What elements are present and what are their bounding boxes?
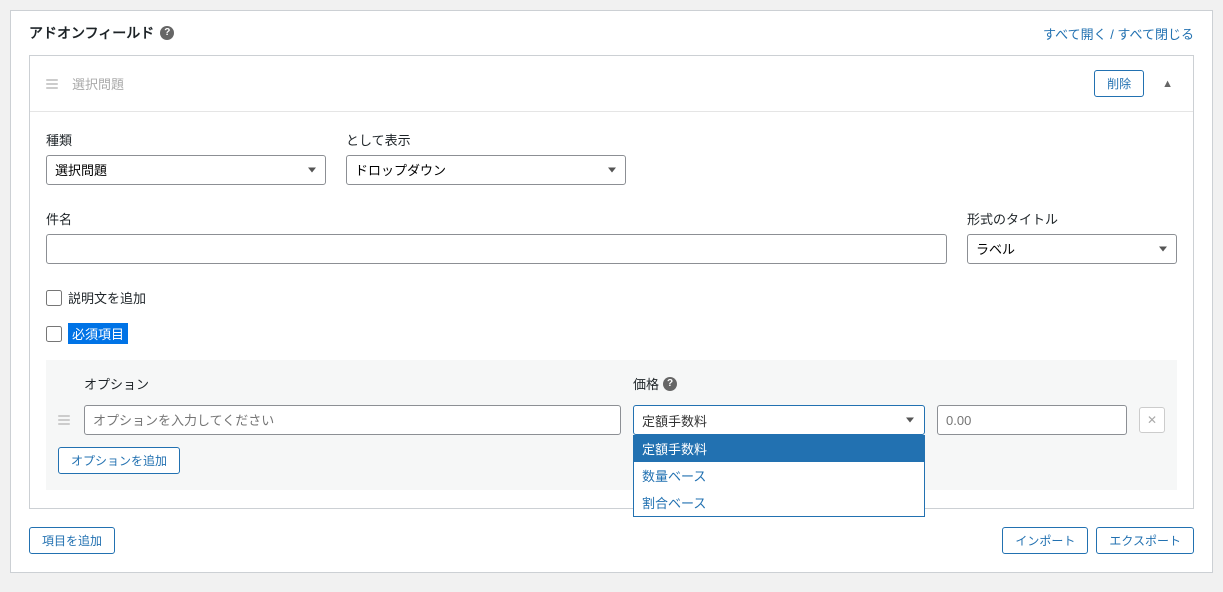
dropdown-item-qty-based[interactable]: 数量ベース <box>634 462 924 489</box>
dropdown-item-pct-based[interactable]: 割合ベース <box>634 489 924 516</box>
display-as-group: として表示 ドロップダウン <box>346 130 626 185</box>
add-description-row: 説明文を追加 <box>46 288 1177 307</box>
display-as-label: として表示 <box>346 130 626 149</box>
required-row: 必須項目 <box>46 323 1177 344</box>
option-name-input[interactable] <box>84 405 621 435</box>
panel-title: アドオンフィールド ? <box>29 23 174 43</box>
add-option-button[interactable]: オプションを追加 <box>58 447 180 474</box>
field-body: 種類 選択問題 として表示 ドロップダウン <box>30 112 1193 508</box>
display-as-select[interactable]: ドロップダウン <box>346 155 626 185</box>
panel-actions: すべて開く / すべて閉じる <box>1043 24 1194 43</box>
help-icon[interactable]: ? <box>663 377 677 391</box>
options-box: オプション 価格 ? 定額手数料 <box>46 360 1177 490</box>
type-group: 種類 選択問題 <box>46 130 326 185</box>
title-format-group: 形式のタイトル ラベル <box>967 209 1177 264</box>
option-row: 定額手数料 定額手数料 数量ベース 割合ベース ✕ <box>58 405 1165 435</box>
price-type-dropdown: 定額手数料 数量ベース 割合ベース <box>633 435 925 517</box>
price-type-select[interactable]: 定額手数料 定額手数料 数量ベース 割合ベース <box>633 405 925 435</box>
add-description-checkbox[interactable] <box>46 290 62 306</box>
type-label: 種類 <box>46 130 326 149</box>
field-header-title: 選択問題 <box>72 74 1080 93</box>
subject-group: 件名 <box>46 209 947 264</box>
help-icon[interactable]: ? <box>160 26 174 40</box>
footer-row: 項目を追加 インポート エクスポート <box>11 527 1212 572</box>
dropdown-item-flat-fee[interactable]: 定額手数料 <box>634 435 924 462</box>
panel-header: アドオンフィールド ? すべて開く / すべて閉じる <box>11 11 1212 55</box>
price-type-selected-value[interactable]: 定額手数料 <box>633 405 925 435</box>
panel-title-text: アドオンフィールド <box>29 23 154 43</box>
subject-label: 件名 <box>46 209 947 228</box>
options-header: オプション 価格 ? <box>58 374 1165 393</box>
required-label: 必須項目 <box>68 323 128 344</box>
subject-input[interactable] <box>46 234 947 264</box>
title-format-label: 形式のタイトル <box>967 209 1177 228</box>
option-price-input[interactable] <box>937 405 1127 435</box>
drag-handle-icon[interactable] <box>58 415 72 425</box>
option-column-label: オプション <box>84 374 621 393</box>
addon-fields-panel: アドオンフィールド ? すべて開く / すべて閉じる 選択問題 削除 ▲ 種類 … <box>10 10 1213 573</box>
separator: / <box>1107 27 1118 42</box>
delete-button[interactable]: 削除 <box>1094 70 1144 97</box>
field-box: 選択問題 削除 ▲ 種類 選択問題 として表示 <box>29 55 1194 509</box>
add-item-button[interactable]: 項目を追加 <box>29 527 115 554</box>
required-checkbox[interactable] <box>46 326 62 342</box>
price-column-label: 価格 ? <box>633 374 925 393</box>
drag-handle-icon[interactable] <box>46 79 58 89</box>
type-select[interactable]: 選択問題 <box>46 155 326 185</box>
add-description-label: 説明文を追加 <box>68 288 146 307</box>
expand-all-link[interactable]: すべて開く <box>1043 27 1107 42</box>
remove-option-button[interactable]: ✕ <box>1139 407 1165 433</box>
collapse-toggle-icon[interactable]: ▲ <box>1158 78 1177 90</box>
collapse-all-link[interactable]: すべて閉じる <box>1117 27 1194 42</box>
field-header: 選択問題 削除 ▲ <box>30 56 1193 112</box>
import-button[interactable]: インポート <box>1002 527 1088 554</box>
export-button[interactable]: エクスポート <box>1096 527 1194 554</box>
title-format-select[interactable]: ラベル <box>967 234 1177 264</box>
